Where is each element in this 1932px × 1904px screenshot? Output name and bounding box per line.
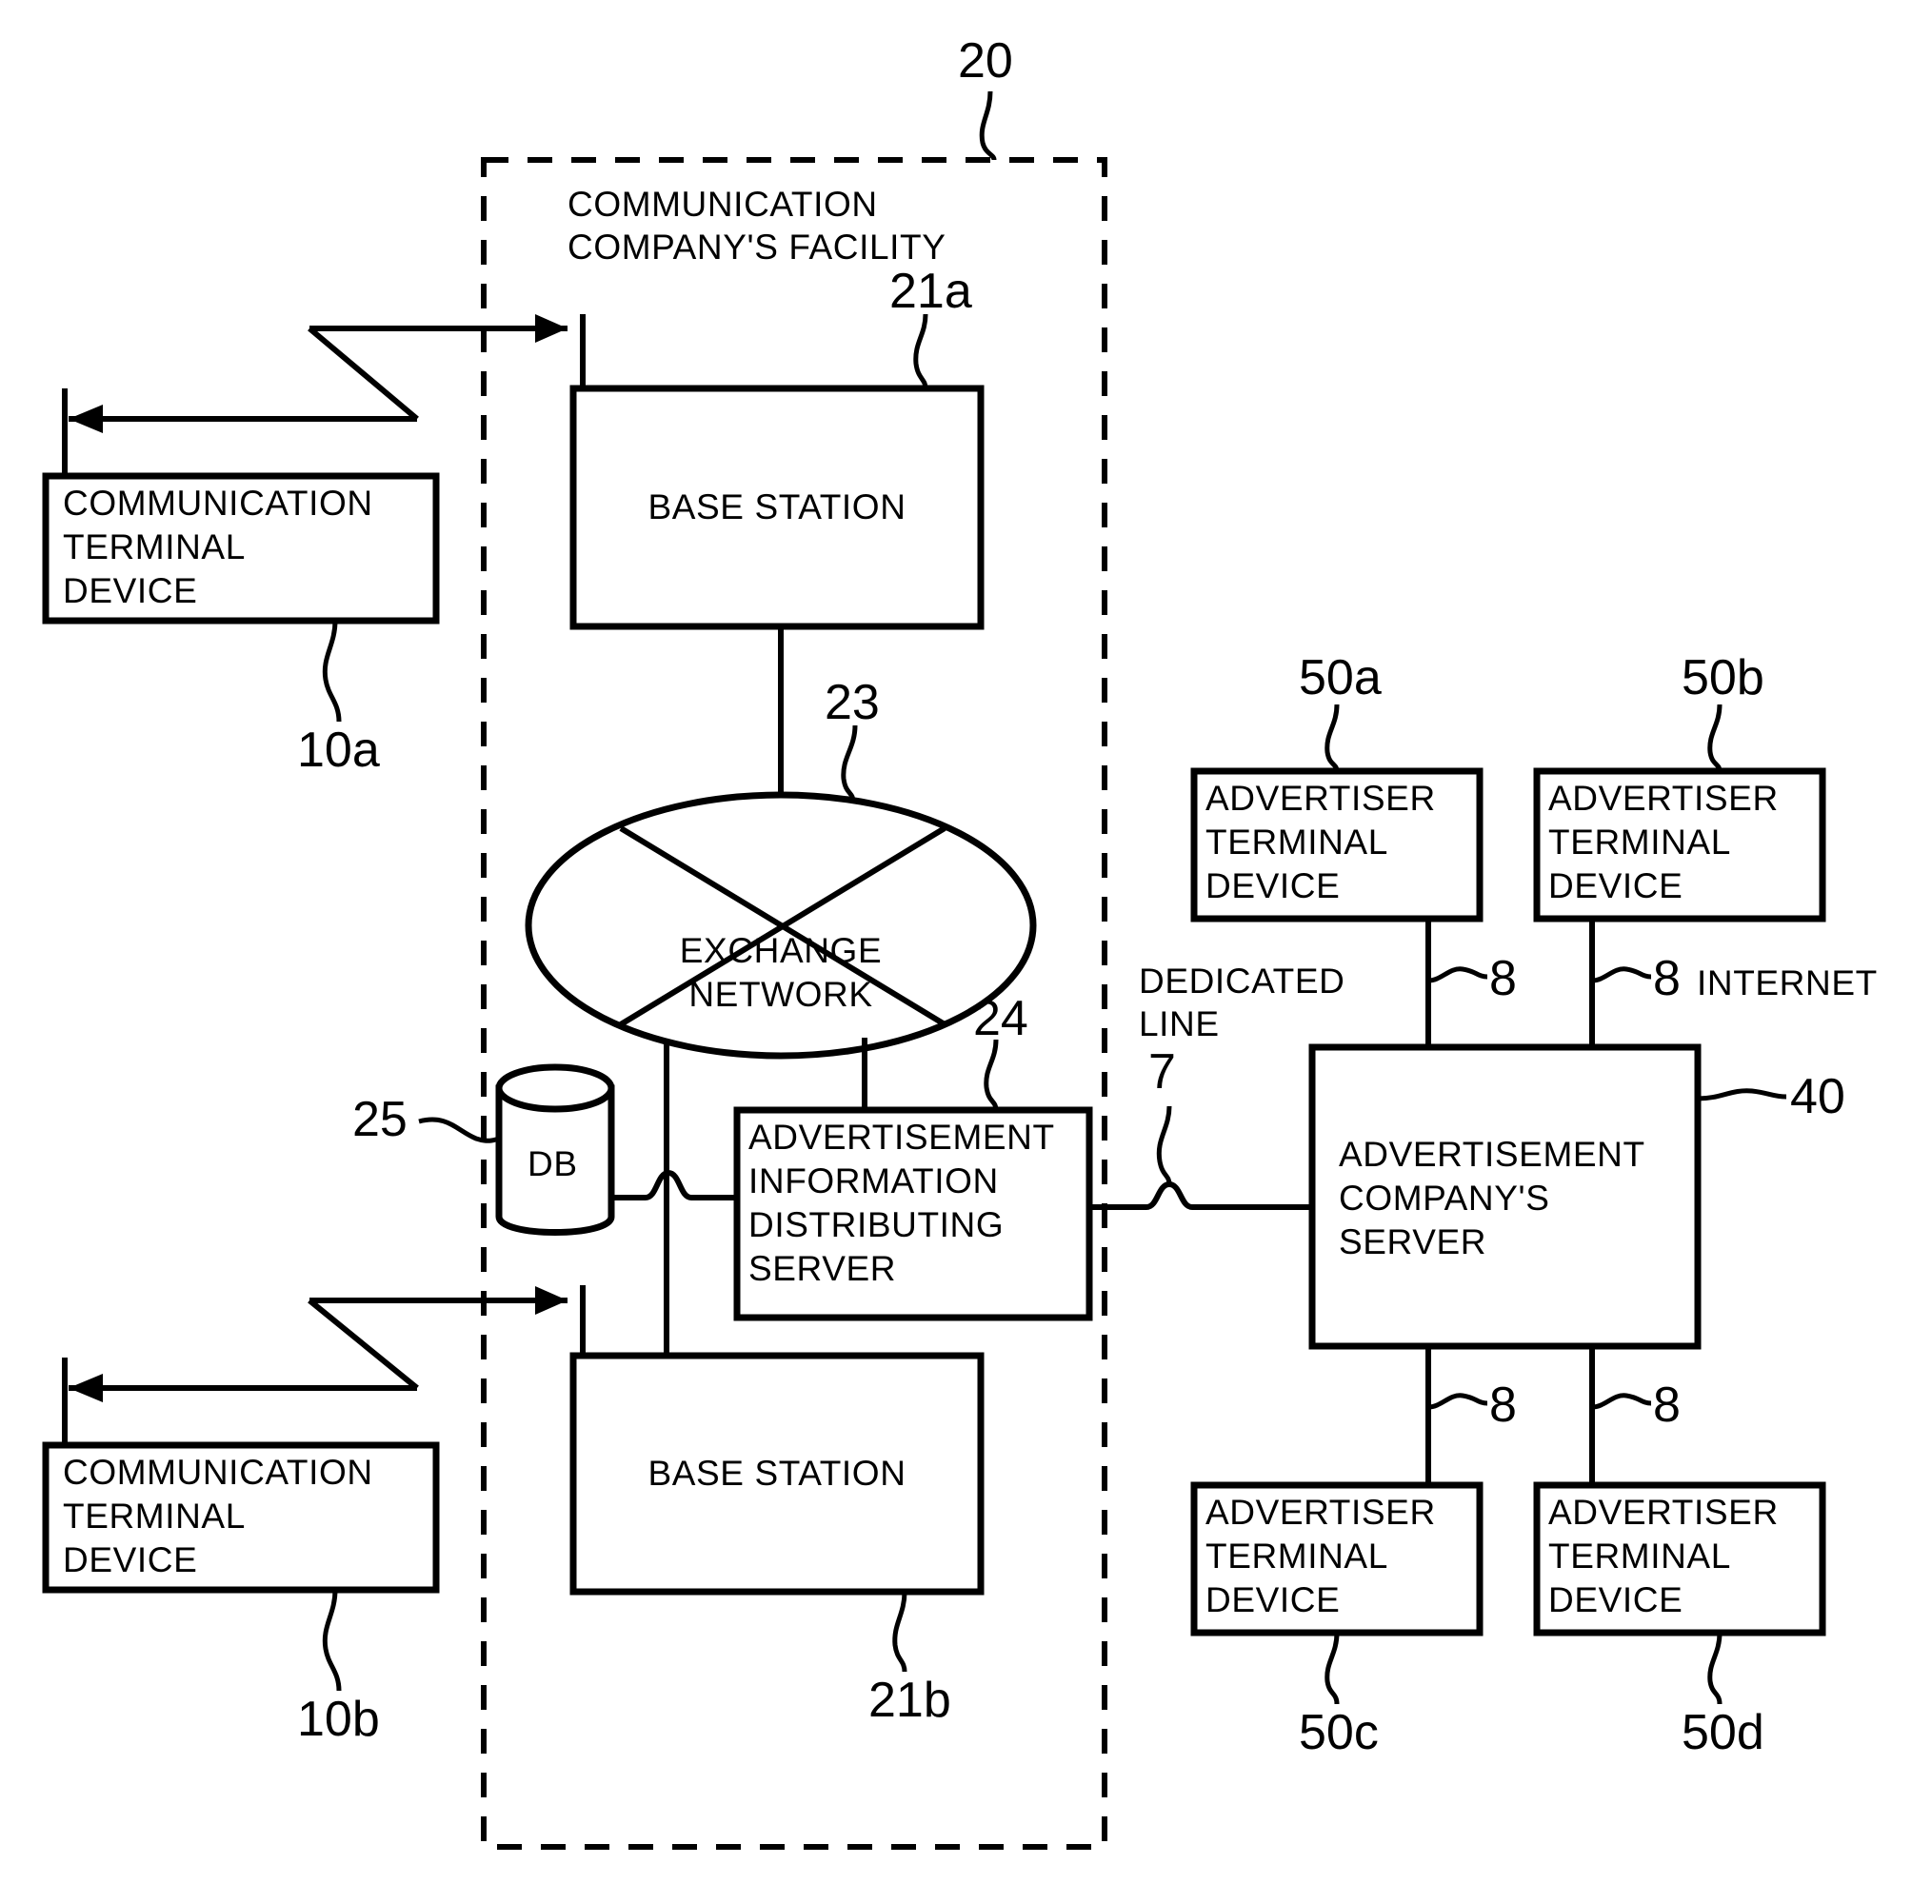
leader-50c — [1325, 1632, 1340, 1705]
terminal-a-label: COMMUNICATION TERMINAL DEVICE — [63, 484, 373, 610]
ref-number-25: 25 — [352, 1092, 408, 1147]
ref-number-8-top-left: 8 — [1489, 951, 1517, 1006]
leader-8-bottom-right — [1591, 1393, 1652, 1410]
leader-50d — [1707, 1632, 1723, 1705]
leader-8-top-left — [1427, 966, 1488, 983]
ref-number-10b: 10b — [297, 1692, 380, 1747]
database-label: DB — [528, 1144, 578, 1183]
ref-number-40: 40 — [1790, 1069, 1845, 1124]
wireless-top-zigzag-diagonal — [308, 326, 419, 422]
db-to-adinfo-server-line — [611, 1169, 737, 1200]
ref-number-50b: 50b — [1682, 650, 1764, 705]
patent-figure: 20 COMMUNICATION COMPANY'S FACILITY BASE… — [0, 0, 1932, 1904]
ref-number-10a: 10a — [297, 723, 380, 778]
dedicated-line-label: DEDICATED LINE — [1139, 962, 1345, 1043]
ref-number-21a: 21a — [889, 264, 972, 319]
ref-number-50a: 50a — [1299, 650, 1382, 705]
leader-10a — [322, 620, 342, 723]
ad-info-server-label: ADVERTISEMENT INFORMATION DISTRIBUTING S… — [748, 1118, 1055, 1288]
wireless-top-downlink-arrowhead — [69, 405, 103, 433]
leader-20 — [979, 90, 997, 161]
ref-number-21b: 21b — [868, 1673, 951, 1728]
facility-label: COMMUNICATION COMPANY'S FACILITY — [568, 185, 946, 267]
leader-21b — [892, 1591, 907, 1673]
wireless-top-uplink-arrowhead — [535, 314, 568, 343]
base-station-bottom-label: BASE STATION — [647, 1454, 906, 1493]
ref-number-23: 23 — [825, 675, 880, 730]
terminal-b-label: COMMUNICATION TERMINAL DEVICE — [63, 1453, 373, 1579]
wireless-bottom-zigzag-diagonal — [308, 1298, 419, 1391]
leader-21a — [913, 313, 928, 389]
leader-23 — [841, 724, 858, 803]
leader-50b — [1707, 704, 1723, 772]
advertiser-a-label: ADVERTISER TERMINAL DEVICE — [1205, 779, 1436, 905]
leader-10b — [322, 1589, 342, 1692]
dedicated-line-path — [1089, 1180, 1312, 1210]
leader-40 — [1697, 1088, 1787, 1101]
db-cylinder-top — [495, 1063, 615, 1113]
advertiser-b-label: ADVERTISER TERMINAL DEVICE — [1548, 779, 1779, 905]
wireless-bottom-uplink-arrowhead — [535, 1286, 568, 1315]
ref-number-8-top-right: 8 — [1653, 951, 1681, 1006]
advertiser-c-label: ADVERTISER TERMINAL DEVICE — [1205, 1493, 1436, 1619]
wireless-bottom-downlink-arrowhead — [69, 1374, 103, 1402]
internet-label: INTERNET — [1697, 963, 1878, 1002]
ad-company-server-label: ADVERTISEMENT COMPANY'S SERVER — [1339, 1135, 1645, 1261]
leader-25 — [418, 1117, 500, 1143]
advertiser-d-label: ADVERTISER TERMINAL DEVICE — [1548, 1493, 1779, 1619]
leader-8-top-right — [1591, 966, 1652, 983]
exchange-network-label: EXCHANGE NETWORK — [679, 931, 883, 1014]
base-station-top-label: BASE STATION — [647, 487, 906, 526]
ref-number-50c: 50c — [1299, 1705, 1379, 1760]
ref-number-20: 20 — [958, 33, 1013, 89]
leader-24 — [984, 1039, 999, 1111]
leader-7 — [1156, 1105, 1172, 1185]
ref-number-50d: 50d — [1682, 1705, 1764, 1760]
ref-number-7: 7 — [1148, 1044, 1176, 1100]
ref-number-8-bottom-right: 8 — [1653, 1378, 1681, 1433]
ref-number-24: 24 — [973, 991, 1028, 1046]
leader-8-bottom-left — [1427, 1393, 1488, 1410]
ref-number-8-bottom-left: 8 — [1489, 1378, 1517, 1433]
leader-50a — [1325, 704, 1340, 772]
